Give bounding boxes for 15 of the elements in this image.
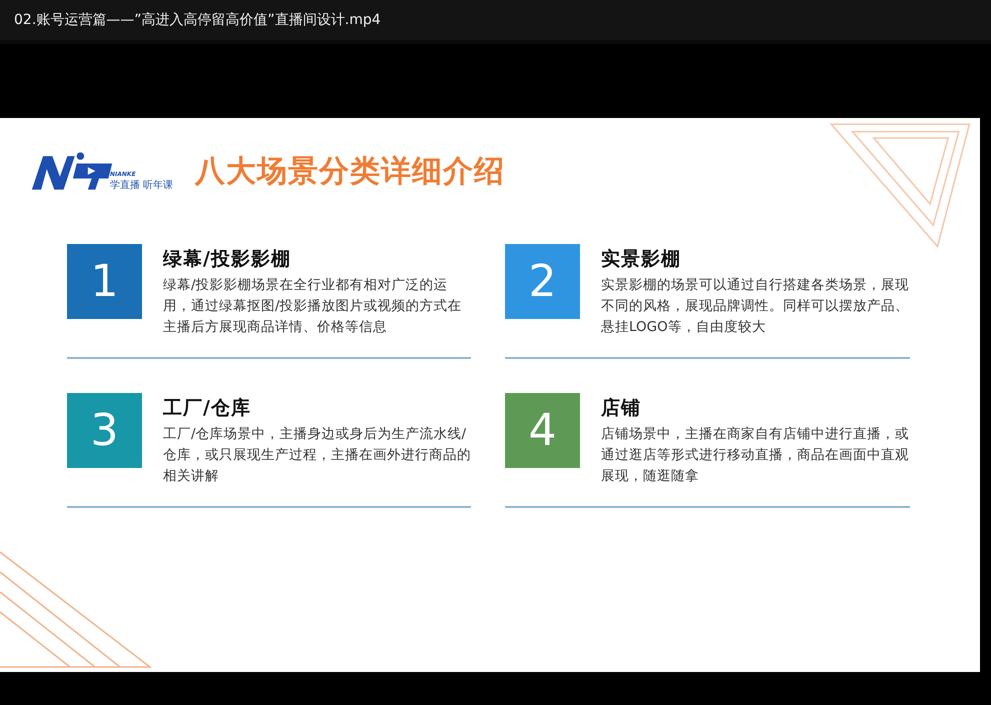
scene-heading: 工厂/仓库	[163, 396, 252, 421]
logo-slogan: 学直播 听年课	[110, 178, 174, 192]
scene-description: 绿幕/投影影棚场景在全行业都有相对广泛的运用，通过绿幕抠图/投影播放图片或视频的方式在主播后方展现商品详情、价格等信息	[163, 276, 463, 337]
number-tile: 4	[505, 393, 580, 468]
scene-description: 工厂/仓库场景中，主播身边或身后为生产流水线/仓库，或只展现生产过程，主播在画外进行商品的相关讲解	[163, 425, 471, 486]
scene-heading: 绿幕/投影影棚	[163, 247, 292, 272]
number-tile: 1	[67, 244, 142, 319]
number-tile: 2	[505, 244, 580, 319]
scene-description: 店铺场景中，主播在商家自有店铺中进行直播，或通过逛店等形式进行移动直播，商品在画面中直观展现，随逛随拿	[601, 425, 910, 486]
number-tile: 3	[67, 393, 142, 468]
slide-title: 八大场景分类详细介绍	[195, 152, 506, 190]
scene-heading: 实景影棚	[601, 247, 682, 272]
scene-heading: 店铺	[601, 396, 642, 421]
video-title: 02.账号运营篇——”高进入高停留高价值”直播间设计.mp4	[14, 11, 381, 29]
scene-description: 实景影棚的场景可以通过自行搭建各类场景，展现不同的风格，展现品牌调性。同样可以摆放产品、悬挂LOGO等，自由度较大	[601, 276, 910, 337]
